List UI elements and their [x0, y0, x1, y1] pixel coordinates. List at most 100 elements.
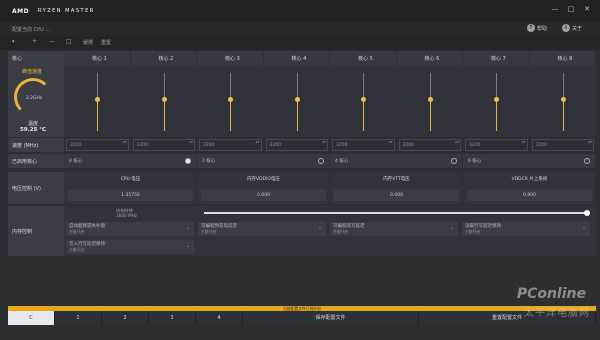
core-speed-input[interactable]: 3200 [66, 139, 129, 151]
core-name: 核心 6 [424, 56, 440, 62]
memory-combo-sub: 主能开启 [465, 229, 481, 234]
profile-label: 配置当前 CPU … [12, 27, 51, 33]
enabled-cores-value: 6 核心 [468, 159, 482, 164]
profile-tab-4[interactable]: 4 [196, 311, 243, 325]
core-speed-input[interactable]: 3200 [265, 139, 328, 151]
core-header-7: 核心 7 [463, 51, 530, 65]
core-header-3: 核心 3 [197, 51, 264, 65]
slider-fill [296, 99, 298, 131]
enabled-cores-radio[interactable] [584, 158, 590, 164]
memory-combo-sub: 主能开启 [201, 229, 217, 234]
core-slider-knob[interactable] [494, 97, 499, 103]
memory-clock-knob[interactable] [584, 210, 590, 216]
core-header-8: 核心 8 [529, 51, 596, 65]
about-link[interactable]: 关于 [572, 25, 582, 32]
gauge-value: 3.2GHz [25, 96, 43, 101]
core-slider-knob[interactable] [560, 97, 566, 103]
core-sliders [64, 65, 596, 137]
core-slider-knob[interactable] [95, 97, 100, 103]
core-speed-input[interactable]: 3200 [132, 139, 195, 151]
core-name: 核心 7 [491, 56, 506, 62]
slider-fill [496, 99, 497, 131]
temp-label: 温度 [28, 121, 39, 127]
spinner-icon[interactable]: ▴▾ [123, 140, 127, 144]
power-value-input[interactable]: 0.000 [334, 190, 459, 201]
profile-tab-2[interactable]: 2 [102, 311, 149, 325]
core-slider-knob[interactable] [427, 97, 433, 103]
help-icon[interactable]: ? [527, 24, 535, 32]
power-name: VDDCR 片上系统 [511, 177, 548, 182]
core-slider-knob[interactable] [361, 97, 366, 103]
spinner-icon[interactable]: ▴▾ [322, 140, 326, 144]
info-icon[interactable]: i [562, 24, 570, 32]
slider-fill [163, 99, 165, 131]
slow-button[interactable]: 缓慢 [83, 39, 93, 46]
enabled-cores-group [197, 154, 330, 168]
add-profile-icon[interactable]: + [32, 38, 37, 45]
enabled-cores-radio[interactable] [451, 158, 457, 164]
amd-logo: AMD [12, 8, 30, 15]
memory-combo-sub: 主能开启 [69, 247, 85, 252]
profile-bar [0, 22, 600, 36]
chevron-down-icon: ⌄ [185, 225, 190, 231]
enabled-cores-radio[interactable] [185, 158, 191, 164]
close-button[interactable]: ✕ [580, 4, 594, 14]
profile-tab-C[interactable]: C [8, 311, 55, 325]
power-value-input[interactable]: 1.35750 [68, 190, 193, 201]
core-speed-input[interactable]: 3200 [332, 139, 395, 151]
profile-tab-1[interactable]: 1 [55, 311, 102, 325]
power-label: 电压控制 (V) [8, 172, 64, 204]
copy-profile-icon[interactable]: □ [66, 38, 72, 45]
expand-icon[interactable]: › [12, 38, 14, 45]
minimize-button[interactable]: — [548, 4, 562, 14]
reset-button[interactable]: 重置 [101, 39, 111, 46]
app-title: RYZEN MASTER [38, 8, 95, 14]
spinner-icon[interactable]: ▴▾ [455, 140, 459, 144]
enabled-cores-value: 8 核心 [69, 159, 83, 164]
enabled-cores-value: 2 核心 [202, 159, 216, 164]
memory-combo[interactable]: 可编程预充电延迟 主能开启 ⌄ [198, 222, 326, 236]
memory-clock-slider[interactable] [204, 212, 590, 214]
memory-label: 内存控制 [8, 206, 64, 256]
profile-tab-3[interactable]: 3 [149, 311, 196, 325]
slider-fill [363, 99, 364, 131]
core-speed-input[interactable]: 3200 [465, 139, 528, 151]
memory-combo[interactable]: 可编程读写延迟 主能开启 ⌄ [330, 222, 458, 236]
save-profile-button[interactable]: 保存配置文件 [243, 311, 419, 325]
temp-value: 59.25 °C [20, 127, 47, 133]
slider-fill [562, 99, 564, 131]
core-name: 核心 4 [291, 56, 307, 62]
help-link[interactable]: 帮助 [537, 25, 547, 32]
core-speed-input[interactable]: 3200 [199, 139, 262, 151]
spinner-icon[interactable]: ▴▾ [522, 140, 526, 144]
spinner-icon[interactable]: ▴▾ [389, 140, 393, 144]
memory-clock-value: 1600 MHz [116, 213, 137, 218]
core-speed-input[interactable]: 3200 [531, 139, 594, 151]
core-speed-input[interactable]: 3200 [398, 139, 461, 151]
power-value-input[interactable]: 0.000 [201, 190, 326, 201]
maximize-button[interactable]: □ [564, 4, 578, 14]
power-value-input[interactable]: 0.900 [467, 190, 592, 201]
spinner-icon[interactable]: ▴▾ [256, 140, 260, 144]
remove-profile-icon[interactable]: — [49, 38, 55, 45]
chevron-down-icon: ⌄ [449, 225, 454, 231]
spinner-icon[interactable]: ▴▾ [588, 140, 592, 144]
enabled-cores-radio[interactable] [318, 158, 324, 164]
memory-combo[interactable]: 自动超频遗失补偿 主能开启 ⌄ [66, 222, 194, 236]
memory-combo[interactable]: 读取行写延迟保持 主能开启 ⌄ [462, 222, 590, 236]
speed-row-label: 速度 (MHz) [8, 138, 64, 152]
slider-fill [97, 99, 98, 131]
core-slider-knob[interactable] [228, 97, 233, 103]
chevron-down-icon: ⌄ [581, 225, 586, 231]
core-slider-knob[interactable] [161, 97, 167, 103]
chevron-down-icon: ⌄ [317, 225, 322, 231]
memory-combo[interactable]: 写入行写延迟保持 主能开启 ⌄ [66, 240, 194, 254]
watermark-logo: PConline [516, 286, 586, 302]
slider-fill [429, 99, 431, 131]
core-slider-knob[interactable] [294, 97, 300, 103]
enabled-cores-group [64, 154, 197, 168]
memory-combo-sub: 主能开启 [333, 229, 349, 234]
core-name: 核心 5 [358, 56, 373, 62]
chevron-down-icon: ⌄ [185, 243, 190, 249]
spinner-icon[interactable]: ▴▾ [189, 140, 193, 144]
